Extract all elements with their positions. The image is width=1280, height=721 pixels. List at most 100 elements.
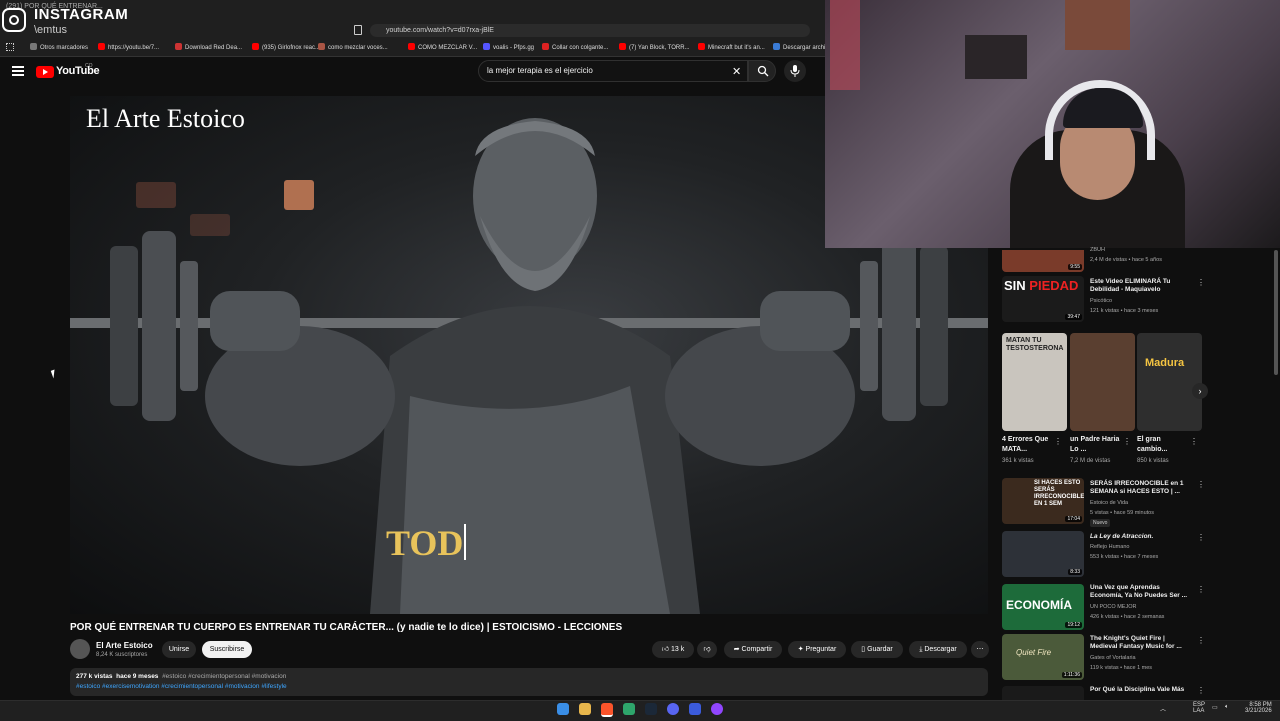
bookmark-item[interactable]: https://youtu.be/7... (98, 43, 159, 51)
description-hashtags[interactable]: #estoico #exercisemotivation #crecimient… (76, 683, 287, 690)
bookmark-item[interactable]: (7) Yan Block, TORR... (619, 43, 690, 51)
join-button[interactable]: Unirse (162, 641, 196, 658)
bookmark-star-icon[interactable] (354, 25, 362, 35)
search-button[interactable] (748, 60, 776, 82)
download-button[interactable]: ⤓ Descargar (909, 641, 967, 658)
video-thumbnail[interactable]: ECONOMÍA 19:12 (1002, 584, 1084, 630)
start-menu-icon[interactable] (557, 703, 569, 715)
bookmark-item[interactable]: Otros marcadores (30, 43, 88, 51)
country-code: CO (85, 63, 93, 69)
app-icon[interactable] (689, 703, 701, 715)
youtube-logo-icon[interactable] (36, 66, 54, 78)
wall-lamp (830, 0, 860, 90)
more-options-icon[interactable]: ⋮ (1197, 636, 1205, 645)
more-options-icon[interactable]: ⋮ (1123, 437, 1131, 446)
video-title[interactable]: Una Vez que Aprendas Economía, Ya No Pue… (1090, 584, 1190, 600)
recommendation-item[interactable]: 9:55 ZBUH 2,4 M de vistas • hace 5 años (1000, 247, 1200, 272)
more-options-icon[interactable]: ⋮ (1190, 437, 1198, 446)
search-input[interactable]: la mejor terapia es el ejercicio (478, 60, 748, 82)
url-field[interactable]: youtube.com/watch?v=d07rxa-jBlE (370, 24, 810, 37)
short-title[interactable]: El gran cambio... (1137, 435, 1187, 455)
more-options-icon[interactable]: ⋮ (1197, 533, 1205, 542)
emoji-sticker (284, 180, 314, 210)
subscriber-count: 8,24 K suscriptores (96, 652, 148, 658)
file-explorer-icon[interactable] (579, 703, 591, 715)
video-title[interactable]: La Ley de Atraccion. (1090, 533, 1190, 541)
bookmark-item[interactable]: (935) Girlofnox reac... (252, 43, 320, 51)
more-options-icon[interactable]: ⋮ (1197, 686, 1205, 695)
video-thumbnail[interactable]: 8:33 (1002, 531, 1084, 577)
share-button[interactable]: ➦ Compartir (724, 641, 782, 658)
video-channel[interactable]: Psicótico (1090, 298, 1112, 304)
video-channel[interactable]: Reflejo Humano (1090, 544, 1129, 550)
tray-chevron-icon[interactable]: ︿ (1160, 704, 1166, 713)
video-thumbnail[interactable]: SI HACES ESTO SERÁS IRRECONOCIBLE EN 1 S… (1002, 478, 1084, 524)
more-options-icon[interactable]: ⋮ (1197, 278, 1205, 287)
short-thumbnail[interactable]: MATAN TU TESTOSTERONA (1002, 333, 1067, 431)
voice-search-button[interactable] (784, 60, 806, 82)
hamburger-menu-icon[interactable] (12, 66, 24, 76)
ellipsis-icon: ⋯ (976, 646, 984, 653)
channel-avatar[interactable] (70, 639, 90, 659)
short-thumbnail[interactable] (1070, 333, 1135, 431)
short-views: 850 k vistas (1137, 458, 1169, 464)
instagram-username: \emtus (34, 24, 68, 36)
like-button[interactable]: 👍︎ 13 k (652, 641, 694, 658)
thumbs-up-icon: 👍︎ (661, 646, 670, 653)
video-channel[interactable]: Estoico de Vida (1090, 500, 1128, 506)
short-thumbnail[interactable]: Madura (1137, 333, 1202, 431)
video-channel[interactable]: Gates of Vortalaria (1090, 655, 1136, 661)
video-meta: 553 k vistas • hace 7 meses (1090, 554, 1159, 560)
more-options-icon[interactable]: ⋮ (1054, 437, 1062, 446)
video-meta: 5 vistas • hace 59 minutos (1090, 510, 1154, 516)
steam-icon[interactable] (645, 703, 657, 715)
bookmark-item[interactable]: COMO MEZCLAR V... (408, 43, 477, 51)
instagram-label: INSTAGRAM (34, 6, 129, 23)
brave-browser-icon[interactable] (601, 703, 613, 717)
more-options-icon[interactable]: ⋮ (1197, 480, 1205, 489)
network-icon[interactable]: ▭ (1212, 704, 1218, 711)
wall-poster (965, 35, 1027, 79)
channel-name[interactable]: El Arte Estoico (96, 641, 153, 650)
video-title: POR QUÉ ENTRENAR TU CUERPO ES ENTRENAR T… (70, 622, 623, 633)
bookmark-item[interactable]: voalis - Pfps.gg (483, 43, 534, 51)
video-title[interactable]: The Knight's Quiet Fire | Medieval Fanta… (1090, 635, 1190, 651)
bookmark-item[interactable]: Collar con colgante... (542, 43, 608, 51)
save-button[interactable]: ▯ Guardar (851, 641, 903, 658)
ask-button[interactable]: ✦ Preguntar (788, 641, 846, 658)
video-meta: 119 k vistas • hace 1 mes (1090, 665, 1153, 671)
dislike-button[interactable]: 👎︎ (697, 641, 717, 658)
short-title[interactable]: 4 Errores Que MATA... (1002, 435, 1052, 455)
discord-icon[interactable] (667, 703, 679, 715)
clear-search-icon[interactable]: ✕ (732, 65, 741, 78)
bookmark-item[interactable]: Descargar archi... (773, 43, 830, 51)
text-cursor (464, 524, 466, 560)
volume-icon[interactable]: 🔈︎ (1225, 704, 1229, 711)
video-thumbnail[interactable]: SIN PIEDAD 39:47 (1002, 276, 1084, 322)
video-title[interactable]: Por Qué la Disciplina Vale Más (1090, 686, 1190, 694)
video-thumbnail: 9:55 (1002, 250, 1084, 272)
video-title[interactable]: Este Video ELIMINARÁ Tu Debilidad - Maqu… (1090, 278, 1190, 294)
apps-grid-icon[interactable] (6, 43, 14, 51)
bookmark-item[interactable]: como mezclar voces... (318, 43, 388, 51)
language-indicator[interactable]: ESP LAA (1193, 702, 1205, 714)
scrollbar[interactable] (1274, 250, 1278, 375)
new-badge: Nuevo (1090, 519, 1111, 527)
more-actions-button[interactable]: ⋯ (971, 641, 989, 658)
sparkle-icon: ✦ (797, 646, 804, 653)
more-options-icon[interactable]: ⋮ (1197, 585, 1205, 594)
app-icon[interactable] (623, 703, 635, 715)
subscribe-button[interactable]: Suscribirse (202, 641, 252, 658)
video-title[interactable]: SERÁS IRRECONOCIBLE en 1 SEMANA si HACES… (1090, 480, 1190, 496)
short-title[interactable]: un Padre Haria Lo ... (1070, 435, 1120, 455)
short-views: 7,2 M de vistas (1070, 458, 1111, 464)
app-icon[interactable] (711, 703, 723, 715)
bookmark-item[interactable]: Download Red Dea... (175, 43, 242, 51)
video-overlay-title: El Arte Estoico (86, 104, 245, 133)
clock[interactable]: 8:58 PM 3/21/2026 (1245, 702, 1272, 714)
bookmark-item[interactable]: Minecraft but it's an... (698, 43, 765, 51)
video-channel[interactable]: UN POCO MEJOR (1090, 604, 1136, 610)
video-thumbnail[interactable] (1002, 686, 1084, 700)
video-thumbnail[interactable]: Quiet Fire 1:11:36 (1002, 634, 1084, 680)
shorts-next-button[interactable]: › (1192, 383, 1208, 399)
